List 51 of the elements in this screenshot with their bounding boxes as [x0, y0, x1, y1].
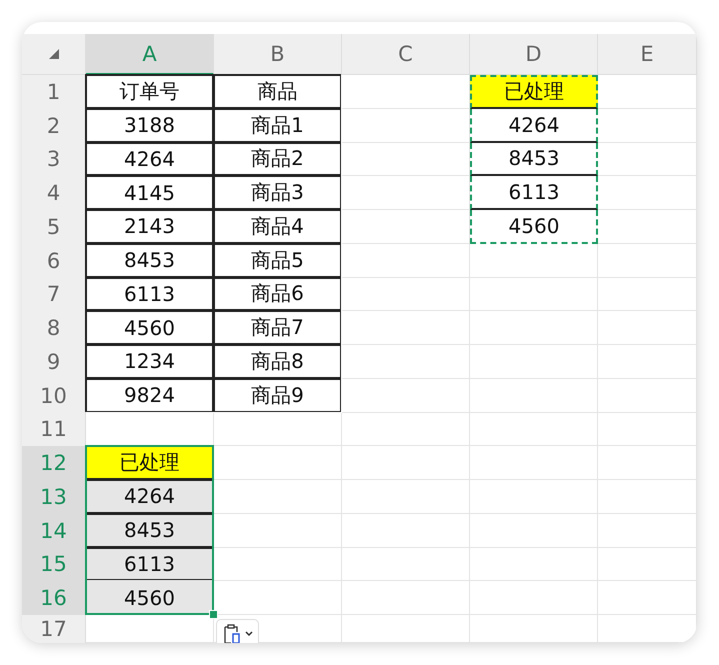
clipboard-icon: [222, 623, 242, 643]
table-cell[interactable]: 4560: [470, 210, 598, 244]
caret-icon: [245, 631, 253, 637]
table-cell[interactable]: 4560: [86, 581, 214, 615]
table-cell[interactable]: 商品8: [214, 345, 342, 379]
table-cell[interactable]: 2143: [86, 210, 214, 244]
table-cell[interactable]: 商品1: [214, 108, 342, 142]
row-header[interactable]: 7: [22, 278, 86, 312]
column-header[interactable]: C: [342, 34, 470, 75]
table-cell[interactable]: 4264: [86, 142, 214, 176]
row-header[interactable]: 9: [22, 345, 86, 379]
table-cell[interactable]: 8453: [86, 514, 214, 548]
table-cell[interactable]: 9824: [86, 378, 214, 412]
select-all-icon[interactable]: [48, 48, 60, 60]
paste-options-button[interactable]: [216, 619, 259, 643]
row-header[interactable]: 11: [22, 412, 86, 446]
table-cell[interactable]: 商品7: [214, 311, 342, 345]
row-header[interactable]: 6: [22, 244, 86, 278]
table-cell[interactable]: 4560: [86, 311, 214, 345]
table-cell[interactable]: 1234: [86, 345, 214, 379]
column-header[interactable]: E: [598, 34, 697, 75]
table-cell[interactable]: 6113: [86, 278, 214, 312]
table-cell[interactable]: 商品9: [214, 378, 342, 412]
table-cell[interactable]: 订单号: [86, 75, 214, 109]
table-cell[interactable]: 商品2: [214, 142, 342, 176]
row-header[interactable]: 5: [22, 210, 86, 244]
table-cell[interactable]: 商品5: [214, 244, 342, 278]
table-cell[interactable]: 4145: [86, 176, 214, 210]
row-header[interactable]: 17: [22, 615, 86, 643]
table-cell[interactable]: 商品4: [214, 210, 342, 244]
column-header[interactable]: D: [470, 34, 598, 75]
row-header[interactable]: 2: [22, 108, 86, 142]
row-header[interactable]: 4: [22, 176, 86, 210]
row-header[interactable]: 8: [22, 311, 86, 345]
fill-handle[interactable]: [209, 610, 218, 619]
table-cell[interactable]: 商品3: [214, 176, 342, 210]
table-cell[interactable]: 商品6: [214, 278, 342, 312]
column-header[interactable]: B: [214, 34, 342, 75]
table-cell[interactable]: 4264: [470, 108, 598, 142]
table-cell[interactable]: 已处理: [86, 446, 214, 480]
table-cell[interactable]: 6113: [86, 548, 214, 582]
table-cell[interactable]: 4264: [86, 480, 214, 514]
table-cell[interactable]: 6113: [470, 176, 598, 210]
table-cell[interactable]: 8453: [470, 142, 598, 176]
row-header[interactable]: 3: [22, 142, 86, 176]
table-cell[interactable]: 3188: [86, 108, 214, 142]
table-cell[interactable]: 已处理: [470, 75, 598, 109]
row-header[interactable]: 10: [22, 378, 86, 412]
table-cell[interactable]: 8453: [86, 244, 214, 278]
table-cell[interactable]: 商品: [214, 75, 342, 109]
row-header[interactable]: 1: [22, 75, 86, 109]
